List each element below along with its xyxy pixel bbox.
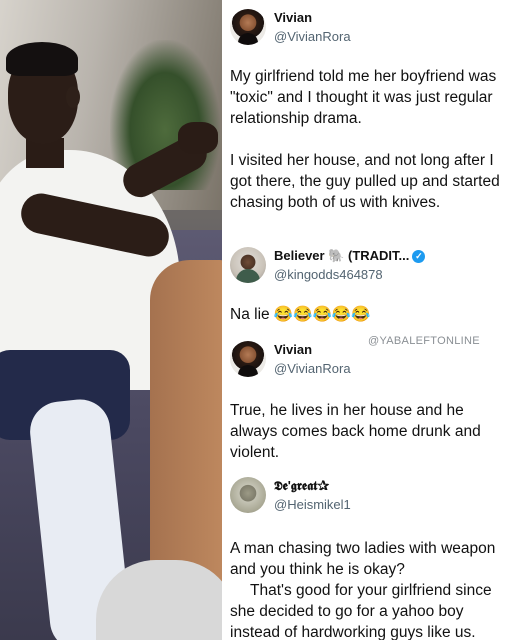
photo-man-hand — [178, 122, 218, 154]
tweet-paragraph: A man chasing two ladies with weapon and… — [230, 540, 496, 578]
display-name[interactable]: Vivian — [274, 8, 351, 27]
user-handle[interactable]: @kingodds464878 — [274, 265, 425, 284]
tweet-paragraph: That's good for your girlfriend since sh… — [230, 582, 492, 640]
display-name-text: Believer 🐘 (TRADIT... — [274, 248, 410, 263]
user-handle[interactable]: @VivianRora — [274, 359, 351, 378]
user-handle[interactable]: @Heismikel1 — [274, 495, 351, 514]
tweet-header: Vivian @VivianRora — [230, 340, 351, 378]
tweet-header: Believer 🐘 (TRADIT... ✓ @kingodds464878 — [230, 246, 426, 284]
watermark: @YABALEFTONLINE — [368, 335, 480, 347]
avatar[interactable] — [230, 9, 266, 45]
tweet-text: My girlfriend told me her boyfriend was … — [230, 66, 506, 213]
user-handle[interactable]: @VivianRora — [274, 27, 351, 46]
tweet-text: A man chasing two ladies with weapon and… — [230, 538, 506, 640]
photo-man-ear — [66, 86, 80, 108]
display-name[interactable]: Believer 🐘 (TRADIT... ✓ — [274, 246, 426, 265]
photo-man-hair — [6, 42, 78, 76]
background-photo — [0, 0, 222, 640]
avatar[interactable] — [230, 341, 266, 377]
tweet-feed: Vivian @VivianRora My girlfriend told me… — [222, 0, 512, 640]
tweet-paragraph: I visited her house, and not long after … — [230, 152, 500, 211]
tweet-header: Vivian @VivianRora — [230, 8, 351, 46]
avatar[interactable] — [230, 477, 266, 513]
tweet-paragraph: Na lie 😂😂😂😂😂 — [230, 306, 371, 323]
tweet-paragraph: My girlfriend told me her boyfriend was … — [230, 68, 497, 127]
display-name[interactable]: 𝕯𝖊'𝖌𝖗𝖊𝖆𝖙✰ — [274, 476, 351, 495]
display-name[interactable]: Vivian — [274, 340, 351, 359]
verified-badge-icon: ✓ — [412, 250, 426, 263]
avatar[interactable] — [230, 247, 266, 283]
tweet-text: True, he lives in her house and he alway… — [230, 400, 506, 463]
tweet-header: 𝕯𝖊'𝖌𝖗𝖊𝖆𝖙✰ @Heismikel1 — [230, 476, 351, 514]
tweet-text: Na lie 😂😂😂😂😂 — [230, 304, 506, 325]
tweet-paragraph: True, he lives in her house and he alway… — [230, 402, 481, 461]
